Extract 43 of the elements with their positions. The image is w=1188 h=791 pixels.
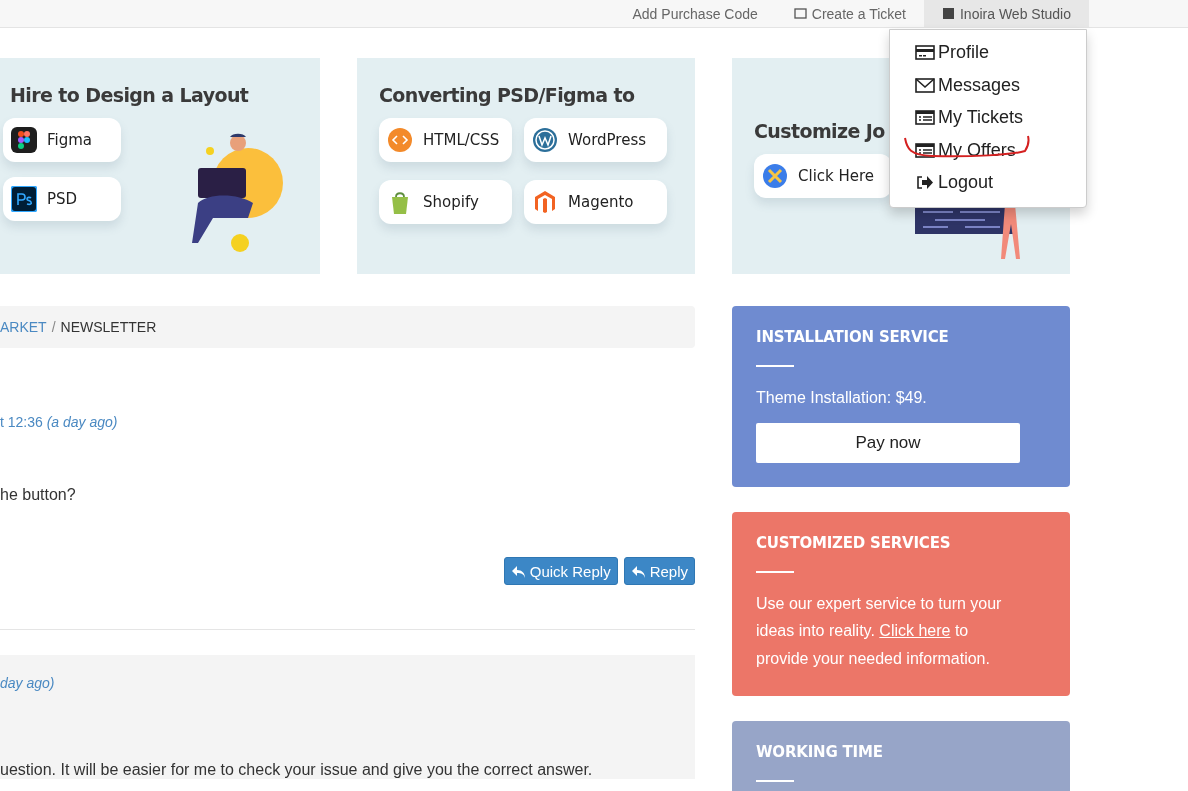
banner-chip[interactable]: WordPress	[524, 118, 667, 162]
post-text: he button?	[0, 486, 77, 504]
pay-button[interactable]: Pay now	[756, 422, 1020, 463]
list-icon	[915, 109, 935, 126]
card-text: Theme Installation: $49.	[756, 388, 928, 408]
banner-title: Hire to Design a Layout	[10, 84, 249, 106]
nav-link[interactable]: Add Purchase Code	[614, 0, 776, 27]
card-title: WORKING TIME	[756, 743, 884, 761]
post-date: t 12:36 (a day ago)	[0, 414, 119, 432]
post-date: day ago)	[0, 675, 56, 693]
banner-chip[interactable]: Shopify	[379, 180, 512, 224]
figma-icon	[11, 127, 37, 153]
breadcrumb-current: NEWSLETTER	[60, 319, 157, 335]
menu-item[interactable]: Profile	[890, 36, 1086, 69]
photoshop-icon	[11, 186, 37, 212]
menu-item[interactable]: My Offers	[890, 133, 1086, 166]
reply-button[interactable]: Reply	[623, 557, 695, 585]
menu-item[interactable]: Messages	[890, 68, 1086, 101]
reply-icon	[630, 564, 646, 578]
reply-button[interactable]: Quick Reply	[503, 557, 618, 585]
card-icon	[915, 44, 935, 61]
banner-chip[interactable]: Figma	[3, 118, 121, 162]
menu-item[interactable]: My Tickets	[890, 101, 1086, 134]
envelope-icon	[915, 76, 935, 93]
exit-icon	[915, 174, 935, 191]
reply-icon	[510, 564, 526, 578]
banner-chip[interactable]: HTML/CSS	[379, 118, 512, 162]
banner-chip[interactable]: Magento	[524, 180, 667, 224]
nav-link[interactable]: Create a Ticket	[775, 0, 924, 27]
banner-title: Converting PSD/Figma to	[379, 84, 636, 106]
nav-link[interactable]: Inoira Web Studio	[923, 0, 1089, 27]
banner-chip[interactable]: PSD	[3, 177, 121, 221]
card-title: INSTALLATION SERVICE	[756, 328, 950, 346]
wordpress-icon	[532, 127, 558, 153]
menu-item[interactable]: Logout	[890, 166, 1086, 199]
code-icon	[387, 127, 413, 153]
breadcrumb-separator: /	[51, 319, 56, 335]
card-text: Use our expert service to turn your ideas into reality. Click here to provide your needed information.	[756, 593, 1003, 669]
list-icon	[915, 141, 935, 158]
banner-title: Customize Jo	[754, 120, 886, 142]
magento-icon	[532, 189, 558, 215]
post-text: uestion. It will be easier for me to check your issue and give you the correct answer.	[0, 761, 594, 779]
card-title: CUSTOMIZED SERVICES	[756, 533, 952, 552]
